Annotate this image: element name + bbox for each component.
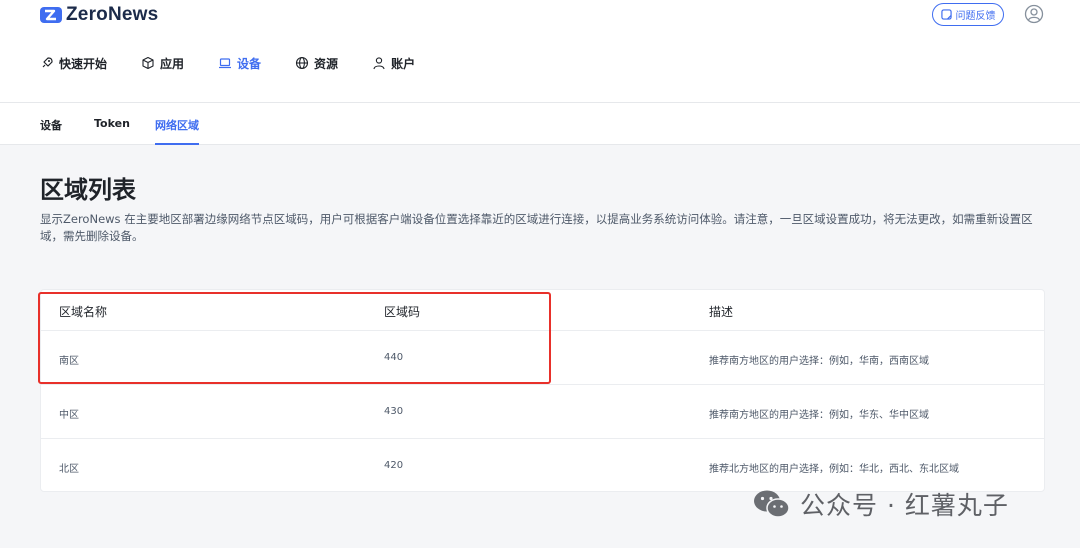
cube-icon — [142, 56, 154, 70]
cell-region-name: 南区 — [59, 356, 79, 367]
laptop-icon — [219, 58, 232, 69]
nav-item-account[interactable]: 账户 — [372, 55, 415, 72]
page-description: 显示ZeroNews 在主要地区部署边缘网络节点区域码，用户可根据客户端设备位置… — [40, 212, 1033, 243]
tab-devices[interactable]: 设备 — [40, 117, 62, 133]
cell-region-name: 北区 — [59, 464, 79, 475]
table-row[interactable]: 南区 440 推荐南方地区的用户选择：例如，华南，西南区域 — [41, 331, 1044, 385]
column-header-region-name: 区域名称 — [59, 305, 108, 319]
cell-description: 推荐南方地区的用户选择：例如，华南，西南区域 — [709, 356, 929, 367]
watermark-text: 公众号 · 红薯丸子 — [800, 491, 1009, 520]
nav-item-label: 快速开始 — [59, 56, 108, 71]
sub-nav: 设备 Token 网络区域 — [0, 103, 1080, 145]
feedback-icon — [940, 9, 952, 20]
rocket-icon — [42, 57, 53, 68]
nav-item-label: 账户 — [391, 56, 416, 71]
top-header: ZeroNews 问题反馈 快速开始 应用 设备 资源 账户 — [0, 0, 1080, 103]
table-header: 区域名称 区域码 描述 — [41, 290, 1044, 331]
logo[interactable]: ZeroNews — [40, 4, 158, 26]
nav-item-label: 设备 — [237, 56, 262, 71]
region-table: 区域名称 区域码 描述 南区 440 推荐南方地区的用户选择：例如，华南，西南区… — [40, 289, 1045, 492]
table-row[interactable]: 中区 430 推荐南方地区的用户选择：例如，华东、华中区域 — [41, 385, 1044, 439]
cell-region-code: 440 — [384, 352, 404, 363]
logo-text: ZeroNews — [66, 4, 159, 25]
zeronews-logo-icon — [40, 7, 62, 23]
wechat-icon — [754, 490, 790, 518]
feedback-button[interactable]: 问题反馈 — [932, 3, 1004, 26]
active-tab-underline — [155, 143, 199, 145]
tab-token[interactable]: Token — [94, 117, 130, 130]
cell-description: 推荐北方地区的用户选择，例如：华北，西北、东北区域 — [709, 464, 959, 475]
page-title: 区域列表 — [40, 176, 136, 204]
user-avatar-icon[interactable] — [1024, 4, 1044, 24]
table-row[interactable]: 北区 420 推荐北方地区的用户选择，例如：华北，西北、东北区域 — [41, 439, 1044, 491]
main-nav: 快速开始 应用 设备 资源 账户 — [40, 52, 449, 74]
column-header-description: 描述 — [709, 305, 734, 319]
feedback-label: 问题反馈 — [955, 11, 996, 22]
nav-item-label: 资源 — [314, 56, 339, 71]
globe-icon — [295, 56, 309, 70]
cell-description: 推荐南方地区的用户选择：例如，华东、华中区域 — [709, 410, 929, 421]
watermark: 公众号 · 红薯丸子 — [752, 486, 1009, 522]
cell-region-name: 中区 — [59, 410, 79, 421]
nav-item-quickstart[interactable]: 快速开始 — [40, 55, 107, 72]
cell-region-code: 420 — [384, 460, 404, 471]
column-header-region-code: 区域码 — [384, 305, 421, 319]
nav-item-devices[interactable]: 设备 — [218, 55, 261, 72]
user-icon — [373, 57, 385, 70]
nav-item-resources[interactable]: 资源 — [295, 55, 338, 72]
nav-item-apps[interactable]: 应用 — [141, 55, 184, 72]
nav-item-label: 应用 — [160, 56, 185, 71]
tab-network-region[interactable]: 网络区域 — [155, 117, 199, 133]
cell-region-code: 430 — [384, 406, 404, 417]
